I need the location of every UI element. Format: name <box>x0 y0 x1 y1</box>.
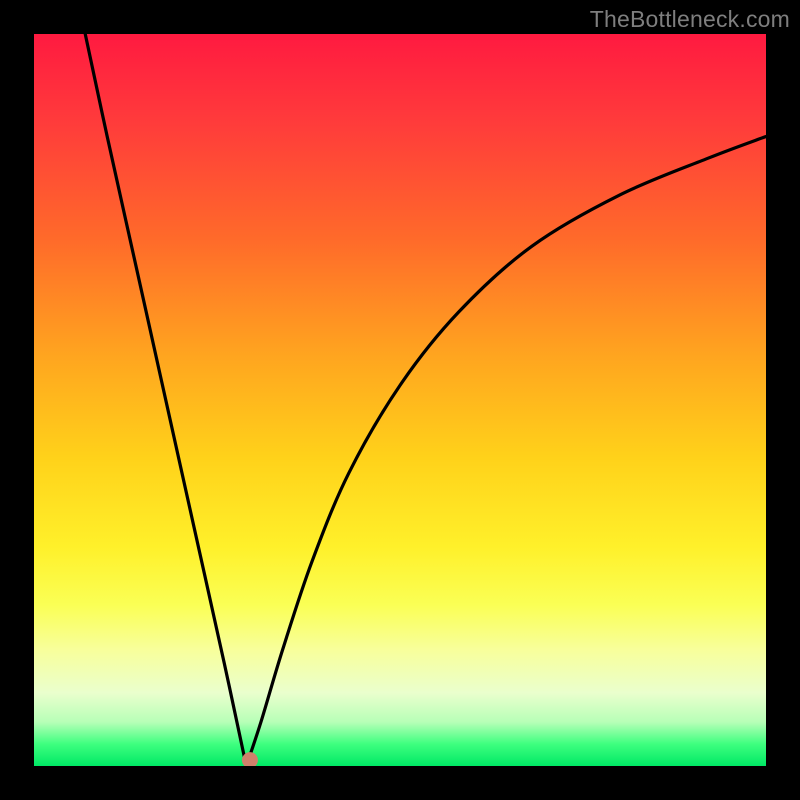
curve-svg <box>34 34 766 766</box>
bottleneck-curve <box>85 34 766 766</box>
chart-frame: TheBottleneck.com <box>0 0 800 800</box>
plot-area <box>34 34 766 766</box>
watermark-text: TheBottleneck.com <box>590 6 790 33</box>
